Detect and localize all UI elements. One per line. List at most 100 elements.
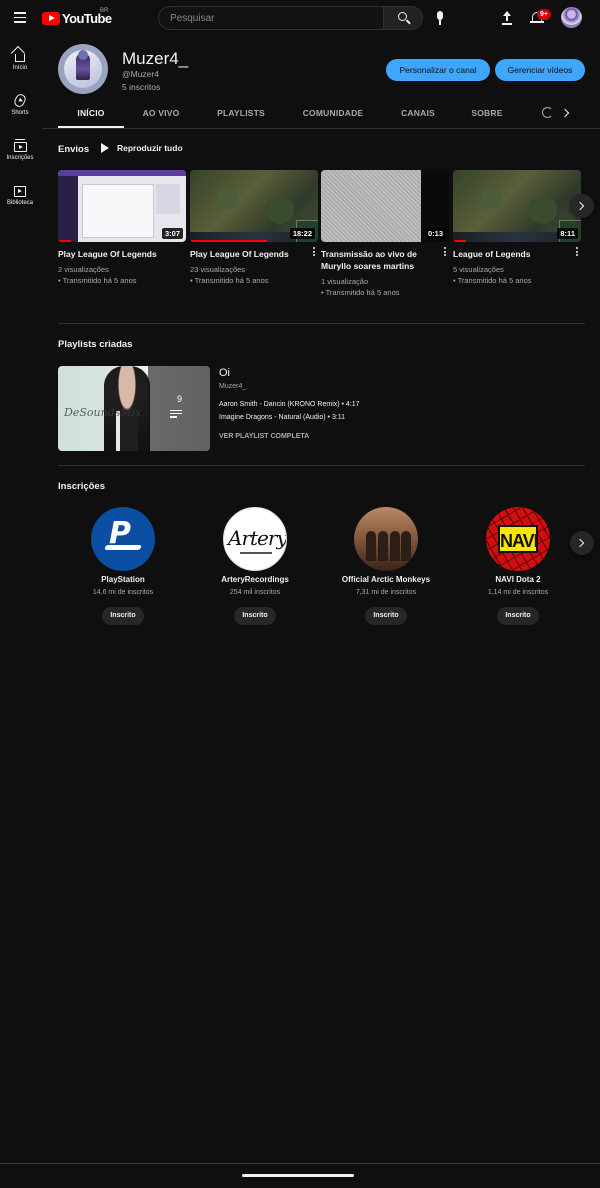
video-title[interactable]: Play League Of Legends bbox=[58, 248, 174, 260]
tab-about[interactable]: SOBRE bbox=[466, 100, 508, 128]
watch-progress bbox=[190, 240, 267, 242]
video-date: • Transmitido há 5 anos bbox=[58, 276, 137, 285]
tab-channels[interactable]: CANAIS bbox=[394, 100, 442, 128]
tab-playlists[interactable]: PLAYLISTS bbox=[210, 100, 272, 128]
uploads-next-chevron-icon[interactable] bbox=[570, 194, 594, 218]
more-options-icon[interactable] bbox=[311, 247, 317, 259]
play-all-label: Reproduzir tudo bbox=[117, 143, 183, 153]
notifications-badge: 9+ bbox=[537, 9, 551, 20]
subscribed-button[interactable]: Inscrito bbox=[102, 607, 144, 625]
subscribed-button[interactable]: Inscrito bbox=[365, 607, 407, 625]
channel-card-subscribers: 1,14 mi de inscritos bbox=[487, 589, 549, 596]
channel-tabs: INÍCIO AO VIVO PLAYLISTS COMUNIDADE CANA… bbox=[58, 100, 585, 128]
playlists-section-title: Playlists criadas bbox=[58, 339, 133, 350]
video-thumbnail[interactable]: 8:11 bbox=[453, 170, 581, 242]
sidebar-item-label: Biblioteca bbox=[6, 200, 33, 206]
video-thumbnail[interactable]: 3:07 bbox=[58, 170, 186, 242]
artery-signature-logo: Artery bbox=[228, 526, 287, 550]
video-title[interactable]: Transmissão ao vivo de Muryllo soares ma… bbox=[321, 248, 437, 272]
arctic-monkeys-avatar[interactable] bbox=[354, 507, 418, 571]
video-date: • Transmitido há 5 anos bbox=[321, 288, 400, 297]
subscriptions-icon bbox=[13, 139, 27, 152]
thumbnail-watermark-logo: DeSoundsMix bbox=[64, 406, 142, 419]
channel-card-name[interactable]: PlayStation bbox=[73, 575, 173, 584]
tab-community[interactable]: COMUNIDADE bbox=[298, 100, 368, 128]
video-views: 5 visualizações bbox=[453, 265, 504, 274]
view-full-playlist-link[interactable]: VER PLAYLIST COMPLETA bbox=[219, 433, 309, 440]
sidebar-item-home[interactable]: Início bbox=[0, 44, 40, 84]
playlist-item[interactable]: Imagine Dragons - Natural (Audio) • 3:11 bbox=[219, 414, 345, 421]
playlist-video-count: 9 bbox=[176, 394, 182, 404]
manage-videos-button[interactable]: Gerenciar vídeos bbox=[495, 59, 585, 81]
customize-channel-button[interactable]: Personalizar o canal bbox=[386, 59, 490, 81]
section-divider bbox=[58, 465, 585, 466]
video-duration: 0:13 bbox=[424, 228, 446, 239]
sidebar-item-label: Shorts bbox=[11, 110, 29, 116]
video-card[interactable]: 3:07 Play League Of Legends 2 visualizaç… bbox=[58, 170, 186, 286]
video-thumbnail[interactable]: 18:22 bbox=[190, 170, 318, 242]
playlist-queue-icon bbox=[170, 410, 182, 420]
upload-icon[interactable] bbox=[498, 9, 516, 27]
channel-card-subscribers: 254 mil inscritos bbox=[229, 589, 281, 596]
sidebar-item-shorts[interactable]: Shorts bbox=[0, 90, 40, 130]
channel-card-name[interactable]: ArteryRecordings bbox=[205, 575, 305, 584]
search-button[interactable] bbox=[383, 6, 423, 30]
system-navigation-bar bbox=[0, 1163, 600, 1188]
youtube-logo[interactable]: YouTube BR bbox=[42, 8, 112, 26]
playstation-avatar[interactable]: P bbox=[91, 507, 155, 571]
video-views: 23 visualizações bbox=[190, 265, 246, 274]
uploads-section-title: Envios bbox=[58, 144, 90, 155]
channel-search-icon[interactable] bbox=[542, 107, 553, 118]
hamburger-menu-icon[interactable] bbox=[11, 9, 29, 27]
video-duration: 8:11 bbox=[557, 228, 578, 239]
video-date: • Transmitido há 5 anos bbox=[453, 276, 532, 285]
video-title[interactable]: League of Legends bbox=[453, 248, 569, 260]
home-gesture-handle[interactable] bbox=[242, 1174, 354, 1177]
playlist-thumbnail[interactable]: DeSoundsMix 9 bbox=[58, 366, 210, 451]
video-title[interactable]: Play League Of Legends bbox=[190, 248, 306, 260]
channel-handle: @Muzer4 bbox=[122, 69, 159, 79]
navi-dota2-avatar[interactable]: NAVI bbox=[486, 507, 550, 571]
channel-name: Muzer4_ bbox=[122, 49, 189, 68]
top-bar: YouTube BR 9+ bbox=[0, 0, 600, 36]
section-divider bbox=[58, 323, 585, 324]
arteryrecordings-avatar[interactable]: Artery bbox=[223, 507, 287, 571]
channel-card-name[interactable]: Official Arctic Monkeys bbox=[336, 575, 436, 584]
channel-card-subscribers: 14,6 mi de inscritos bbox=[92, 589, 154, 596]
channel-card: Artery ArteryRecordings 254 mil inscrito… bbox=[205, 507, 305, 625]
video-views: 2 visualizações bbox=[58, 265, 109, 274]
playlist-item[interactable]: Aaron Smith - Dancin (KRONO Remix) • 4:1… bbox=[219, 401, 360, 408]
video-card[interactable]: 8:11 League of Legends 5 visualizações •… bbox=[453, 170, 581, 286]
subscriptions-section-title: Inscrições bbox=[58, 481, 105, 492]
watch-progress bbox=[58, 240, 71, 242]
shorts-icon bbox=[12, 92, 28, 109]
sidebar-item-label: Início bbox=[12, 65, 28, 71]
microphone-icon[interactable] bbox=[431, 8, 449, 28]
video-card[interactable]: 0:13 Transmissão ao vivo de Muryllo soar… bbox=[321, 170, 449, 298]
more-options-icon[interactable] bbox=[442, 247, 448, 259]
playlist-title[interactable]: Oi bbox=[219, 367, 230, 379]
channel-avatar[interactable] bbox=[58, 44, 108, 94]
account-avatar[interactable] bbox=[561, 7, 582, 28]
left-rail: Início Shorts Inscrições Biblioteca bbox=[0, 36, 40, 1166]
search-input[interactable] bbox=[159, 7, 383, 29]
library-icon bbox=[14, 186, 26, 197]
video-thumbnail[interactable]: 0:13 bbox=[321, 170, 449, 242]
search-box bbox=[158, 6, 384, 30]
more-options-icon[interactable] bbox=[574, 247, 580, 259]
tab-home[interactable]: INÍCIO bbox=[58, 100, 124, 128]
subscribed-button[interactable]: Inscrito bbox=[234, 607, 276, 625]
youtube-play-icon bbox=[42, 11, 60, 25]
navi-logo: NAVI bbox=[498, 525, 539, 553]
subscribed-button[interactable]: Inscrito bbox=[497, 607, 539, 625]
sidebar-item-subscriptions[interactable]: Inscrições bbox=[0, 135, 40, 175]
channel-card-name[interactable]: NAVI Dota 2 bbox=[468, 575, 568, 584]
sidebar-item-library[interactable]: Biblioteca bbox=[0, 180, 40, 220]
tabs-next-chevron-icon[interactable] bbox=[560, 106, 574, 120]
subscriptions-next-chevron-icon[interactable] bbox=[570, 531, 594, 555]
search-icon bbox=[398, 12, 407, 21]
video-card[interactable]: 18:22 Play League Of Legends 23 visualiz… bbox=[190, 170, 318, 286]
tab-live[interactable]: AO VIVO bbox=[136, 100, 186, 128]
playlist-owner[interactable]: Muzer4_ bbox=[219, 383, 246, 390]
channel-card-subscribers: 7,31 mi de inscritos bbox=[355, 589, 417, 596]
